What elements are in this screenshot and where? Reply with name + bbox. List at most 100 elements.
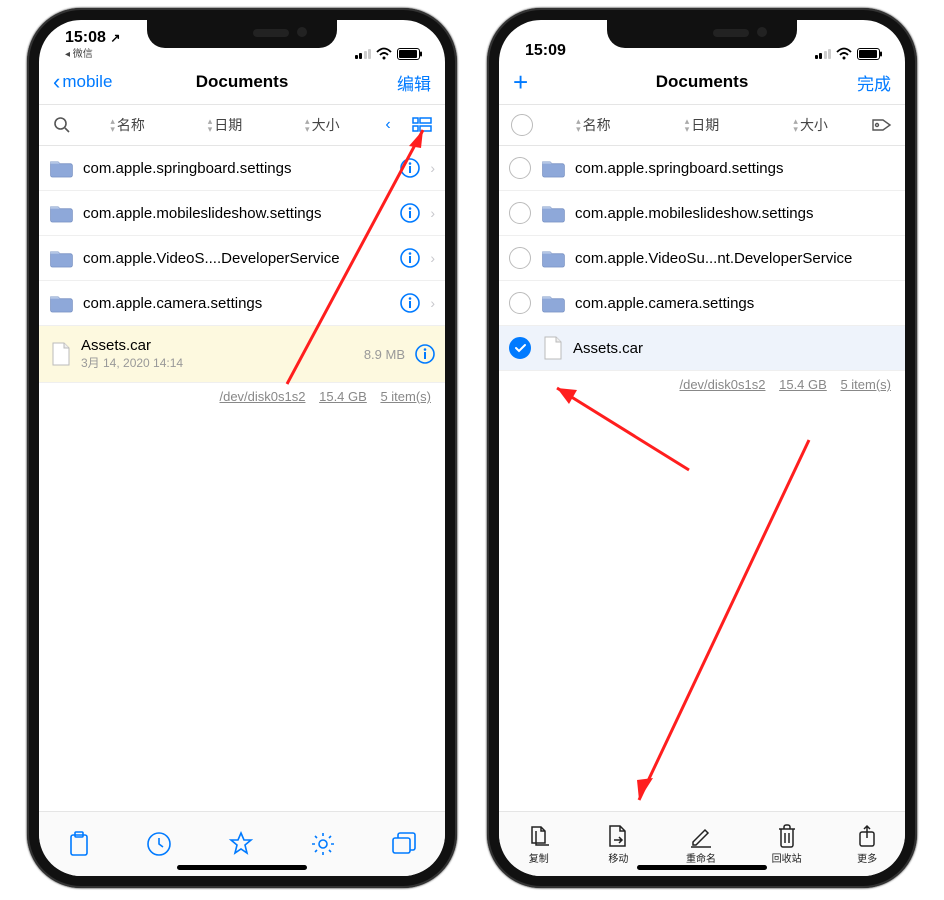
clipboard-button[interactable] (67, 831, 91, 857)
file-name: Assets.car (573, 340, 895, 357)
back-button[interactable]: ‹ mobile (53, 69, 123, 95)
wifi-icon (836, 47, 852, 60)
list-item[interactable]: com.apple.mobileslideshow.settings (499, 191, 905, 236)
info-icon[interactable] (400, 203, 420, 223)
footer-path[interactable]: /dev/disk0s1s2 (219, 389, 305, 404)
add-button[interactable]: + (513, 72, 528, 92)
move-button[interactable]: 移动 (606, 824, 630, 865)
page-title: Documents (656, 72, 749, 92)
folder-icon (49, 249, 73, 268)
chevron-left-icon: ‹ (53, 69, 60, 95)
list-item[interactable]: com.apple.springboard.settings › (39, 146, 445, 191)
notch (607, 20, 797, 48)
view-paging-icon[interactable]: ‹ (373, 116, 403, 134)
file-name: Assets.car (81, 337, 354, 354)
select-radio[interactable] (509, 337, 531, 359)
view-grid-icon[interactable] (407, 117, 437, 133)
sort-date[interactable]: ▴▾日期 (650, 115, 755, 135)
sort-bar: ▴▾名称 ▴▾日期 ▴▾大小 ‹ (39, 105, 445, 146)
info-icon[interactable] (400, 293, 420, 313)
nav-bar: + Documents 完成 (499, 60, 905, 105)
file-name: com.apple.camera.settings (83, 295, 390, 312)
file-date: 3月 14, 2020 14:14 (81, 354, 354, 371)
phone-left: 15:08 ↗ ◂ 微信 ‹ mobile Documents 编辑 (27, 8, 457, 888)
chevron-right-icon: › (430, 205, 435, 221)
windows-button[interactable] (391, 832, 417, 856)
chevron-right-icon: › (430, 295, 435, 311)
file-size: 8.9 MB (364, 347, 405, 362)
battery-icon (857, 48, 883, 60)
select-radio[interactable] (509, 292, 531, 314)
footer-path[interactable]: /dev/disk0s1s2 (679, 377, 765, 392)
battery-icon (397, 48, 423, 60)
file-name: com.apple.mobileslideshow.settings (575, 205, 895, 222)
phone-right: 15:09 + Documents 完成 ▴▾名称 ▴▾日期 ▴▾大小 (487, 8, 917, 888)
settings-button[interactable] (310, 831, 336, 857)
nav-bar: ‹ mobile Documents 编辑 (39, 60, 445, 105)
sort-size[interactable]: ▴▾大小 (276, 115, 369, 135)
folder-icon (541, 249, 565, 268)
footer-stats: /dev/disk0s1s2 15.4 GB 5 item(s) (39, 383, 445, 410)
sort-bar: ▴▾名称 ▴▾日期 ▴▾大小 (499, 105, 905, 146)
rename-button[interactable]: 重命名 (686, 824, 716, 865)
copy-button[interactable]: 复制 (527, 824, 551, 865)
file-icon (51, 342, 71, 366)
select-all-button[interactable] (507, 114, 537, 136)
footer-count[interactable]: 5 item(s) (380, 389, 431, 404)
info-icon[interactable] (400, 248, 420, 268)
signal-icon (355, 48, 372, 59)
footer-size[interactable]: 15.4 GB (779, 377, 827, 392)
signal-icon (815, 48, 832, 59)
footer-count[interactable]: 5 item(s) (840, 377, 891, 392)
trash-button[interactable]: 回收站 (772, 824, 802, 865)
recent-button[interactable] (146, 831, 172, 857)
home-indicator[interactable] (637, 865, 767, 870)
file-name: com.apple.VideoSu...nt.DeveloperService (575, 250, 895, 267)
file-name: com.apple.camera.settings (575, 295, 895, 312)
chevron-right-icon: › (430, 250, 435, 266)
list-item[interactable]: Assets.car 3月 14, 2020 14:14 8.9 MB (39, 326, 445, 383)
select-radio[interactable] (509, 247, 531, 269)
sort-name[interactable]: ▴▾名称 (81, 115, 174, 135)
list-item[interactable]: com.apple.camera.settings (499, 281, 905, 326)
search-icon[interactable] (47, 116, 77, 134)
list-item[interactable]: com.apple.springboard.settings (499, 146, 905, 191)
folder-icon (541, 204, 565, 223)
select-radio[interactable] (509, 202, 531, 224)
select-radio[interactable] (509, 157, 531, 179)
list-item[interactable]: Assets.car (499, 326, 905, 371)
info-icon[interactable] (400, 158, 420, 178)
file-name: com.apple.springboard.settings (83, 160, 390, 177)
file-list: com.apple.springboard.settings › com.app… (39, 146, 445, 383)
notch (147, 20, 337, 48)
check-icon (513, 341, 527, 355)
file-name: com.apple.VideoS....DeveloperService (83, 250, 390, 267)
file-icon (543, 336, 563, 360)
footer-stats: /dev/disk0s1s2 15.4 GB 5 item(s) (499, 371, 905, 398)
list-item[interactable]: com.apple.VideoS....DeveloperService › (39, 236, 445, 281)
back-to-app[interactable]: ◂ 微信 (65, 45, 120, 60)
folder-icon (49, 294, 73, 313)
status-time: 15:09 (525, 42, 566, 60)
sort-date[interactable]: ▴▾日期 (178, 115, 271, 135)
edit-button[interactable]: 编辑 (397, 70, 431, 95)
folder-icon (541, 294, 565, 313)
sort-size[interactable]: ▴▾大小 (758, 115, 863, 135)
sort-name[interactable]: ▴▾名称 (541, 115, 646, 135)
done-button[interactable]: 完成 (857, 70, 891, 95)
list-item[interactable]: com.apple.VideoSu...nt.DeveloperService (499, 236, 905, 281)
file-name: com.apple.springboard.settings (575, 160, 895, 177)
wifi-icon (376, 47, 392, 60)
chevron-right-icon: › (430, 160, 435, 176)
list-item[interactable]: com.apple.mobileslideshow.settings › (39, 191, 445, 236)
favorite-button[interactable] (228, 831, 254, 857)
more-button[interactable]: 更多 (857, 824, 877, 865)
home-indicator[interactable] (177, 865, 307, 870)
page-title: Documents (196, 72, 289, 92)
list-item[interactable]: com.apple.camera.settings › (39, 281, 445, 326)
info-icon[interactable] (415, 344, 435, 364)
footer-size[interactable]: 15.4 GB (319, 389, 367, 404)
tag-icon[interactable] (867, 116, 897, 134)
folder-icon (541, 159, 565, 178)
folder-icon (49, 204, 73, 223)
